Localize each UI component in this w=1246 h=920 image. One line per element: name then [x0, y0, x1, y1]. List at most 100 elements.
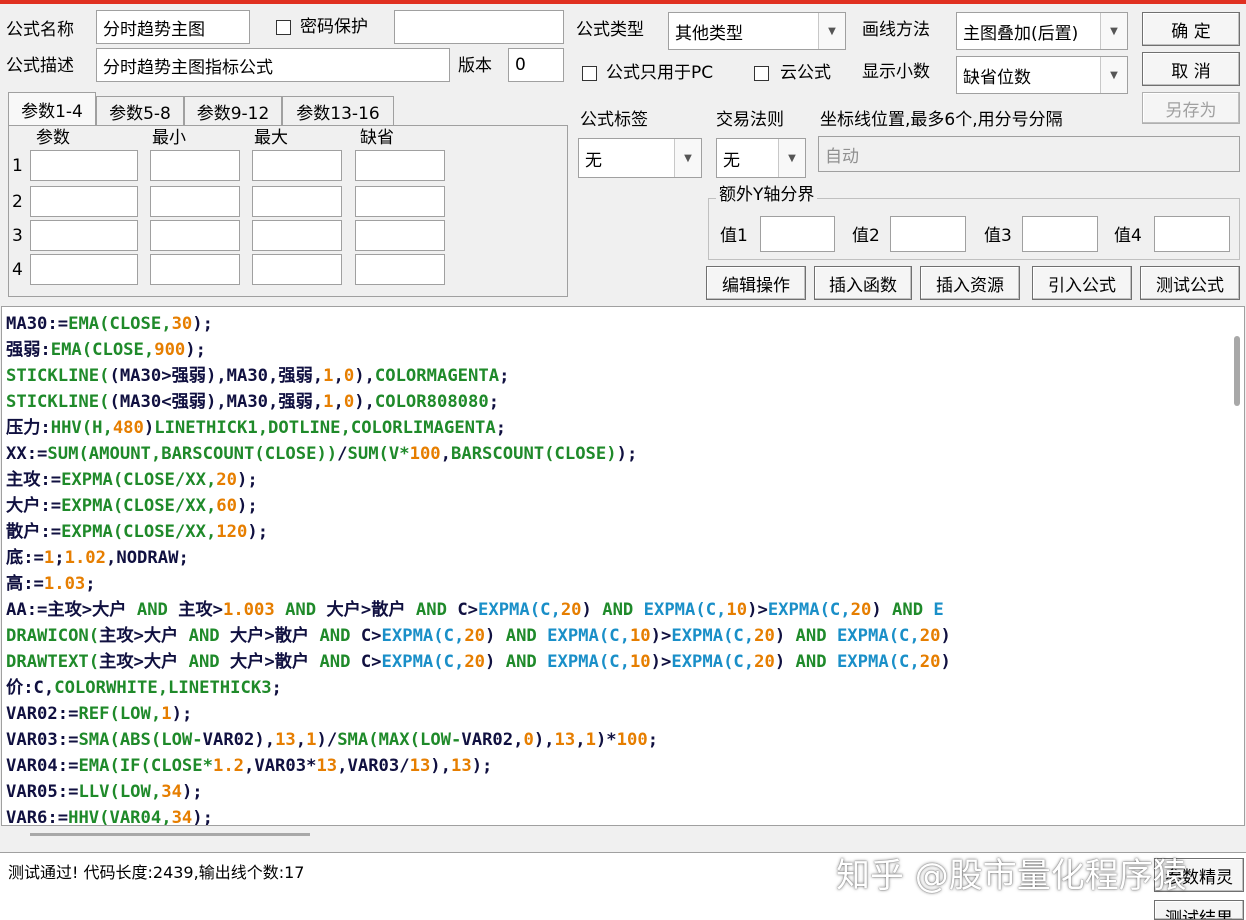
code-token: EXPMA(CLOSE/XX,: [61, 496, 217, 516]
param-1-default-input[interactable]: [355, 150, 445, 181]
insert-function-button[interactable]: 插入函数: [814, 266, 912, 300]
code-token: )*: [595, 730, 617, 750]
param-4-name-input[interactable]: [30, 254, 138, 285]
param-header-default: 缺省: [360, 128, 394, 148]
pc-only-checkbox[interactable]: [582, 66, 597, 81]
rule-select[interactable]: 无 ▼: [716, 138, 806, 178]
code-token: ;: [495, 418, 507, 438]
code-token: EXPMA(C,: [381, 652, 465, 672]
password-input[interactable]: [394, 10, 564, 44]
y-value-2-input[interactable]: [890, 216, 966, 252]
code-token: XX:=: [6, 444, 48, 464]
code-token: 强弱:: [6, 340, 51, 360]
code-token: AND: [319, 652, 351, 672]
code-token: 0: [523, 730, 534, 750]
code-token: 大户>散户: [219, 626, 320, 646]
import-formula-button[interactable]: 引入公式: [1032, 266, 1132, 300]
tab-params-9-12[interactable]: 参数9-12: [184, 96, 282, 126]
code-token: 20: [919, 652, 941, 672]
tab-params-1-4[interactable]: 参数1-4: [8, 92, 96, 126]
cloud-checkbox[interactable]: [754, 66, 769, 81]
code-token: VAR02:=: [6, 704, 79, 724]
code-token: EMA(CLOSE,: [68, 314, 172, 334]
tab-params-5-8[interactable]: 参数5-8: [96, 96, 184, 126]
yaxis-group-title: 额外Y轴分界: [716, 187, 818, 204]
coord-input[interactable]: 自动: [818, 136, 1240, 172]
param-3-min-input[interactable]: [150, 220, 240, 251]
code-token: ;: [499, 366, 510, 386]
param-3-default-input[interactable]: [355, 220, 445, 251]
code-token: );: [181, 782, 203, 802]
version-input[interactable]: 0: [508, 48, 564, 82]
param-3-max-input[interactable]: [252, 220, 342, 251]
param-4-default-input[interactable]: [355, 254, 445, 285]
param-4-max-input[interactable]: [252, 254, 342, 285]
name-input[interactable]: 分时趋势主图: [96, 10, 250, 44]
pc-only-label: 公式只用于PC: [606, 63, 714, 83]
param-2-max-input[interactable]: [252, 186, 342, 217]
ok-button[interactable]: 确 定: [1142, 12, 1240, 46]
code-token: VAR05:=: [6, 782, 79, 802]
horizontal-scroll-thumb[interactable]: [30, 833, 310, 836]
save-as-button[interactable]: 另存为: [1142, 92, 1240, 124]
password-checkbox[interactable]: [276, 20, 291, 35]
code-token: ,: [295, 730, 307, 750]
code-token: 100: [409, 444, 441, 464]
decimal-select[interactable]: 缺省位数 ▼: [956, 56, 1128, 94]
code-token: ): [940, 626, 951, 646]
param-1-max-input[interactable]: [252, 150, 342, 181]
code-token: 主攻>大户: [99, 652, 189, 672]
code-token: ): [485, 626, 506, 646]
y-value-1-input[interactable]: [760, 216, 835, 252]
edit-button[interactable]: 编辑操作: [706, 266, 806, 300]
code-token: AND: [602, 600, 634, 620]
param-3-name-input[interactable]: [30, 220, 138, 251]
param-row-number: 2: [12, 192, 23, 212]
test-result-button[interactable]: 测试结果: [1154, 900, 1244, 920]
code-token: ): [774, 652, 796, 672]
tag-select[interactable]: 无 ▼: [578, 138, 702, 178]
code-token: 主攻:=: [6, 470, 62, 490]
code-editor[interactable]: MA30:=EMA(CLOSE,30); 强弱:EMA(CLOSE,900); …: [1, 306, 1245, 826]
code-token: 主攻>大户: [99, 626, 189, 646]
param-2-min-input[interactable]: [150, 186, 240, 217]
tab-params-13-16[interactable]: 参数13-16: [282, 96, 394, 126]
code-token: 480: [112, 418, 144, 438]
draw-select[interactable]: 主图叠加(后置) ▼: [956, 12, 1128, 50]
type-select[interactable]: 其他类型 ▼: [668, 12, 846, 50]
code-token: LINETHICK1,DOTLINE,COLORLIMAGENTA: [154, 418, 496, 438]
desc-input[interactable]: 分时趋势主图指标公式: [96, 48, 450, 82]
param-2-name-input[interactable]: [30, 186, 138, 217]
vertical-scroll-thumb[interactable]: [1234, 336, 1240, 406]
code-token: VAR04:=: [6, 756, 79, 776]
code-token: );: [171, 704, 193, 724]
param-1-min-input[interactable]: [150, 150, 240, 181]
chevron-down-icon: ▼: [1100, 57, 1127, 93]
rule-select-value: 无: [723, 150, 740, 171]
code-token: 13: [409, 756, 431, 776]
code-text: MA30:=EMA(CLOSE,30); 强弱:EMA(CLOSE,900); …: [2, 307, 1244, 825]
insert-resource-button[interactable]: 插入资源: [920, 266, 1020, 300]
param-1-name-input[interactable]: [30, 150, 138, 181]
title-bar-strip: [0, 0, 1246, 4]
code-token: C>: [446, 600, 479, 620]
param-2-default-input[interactable]: [355, 186, 445, 217]
type-label: 公式类型: [576, 20, 644, 40]
test-formula-button[interactable]: 测试公式: [1140, 266, 1240, 300]
param-4-min-input[interactable]: [150, 254, 240, 285]
y-value-3-input[interactable]: [1022, 216, 1098, 252]
y-label-3: 值3: [984, 226, 1012, 246]
y-value-4-input[interactable]: [1154, 216, 1230, 252]
name-label: 公式名称: [6, 20, 74, 40]
code-token: DRAWTEXT(: [6, 652, 100, 672]
chevron-down-icon: ▼: [674, 139, 701, 177]
code-token: 高:=: [6, 574, 44, 594]
code-token: 大户>散户: [219, 652, 320, 672]
code-token: )>: [650, 626, 672, 646]
y-label-2: 值2: [852, 226, 880, 246]
code-token: 13: [554, 730, 576, 750]
cancel-button[interactable]: 取 消: [1142, 52, 1240, 86]
code-token: VAR02,: [461, 730, 524, 750]
code-token: ): [485, 652, 506, 672]
code-token: EXPMA(C,: [381, 626, 465, 646]
